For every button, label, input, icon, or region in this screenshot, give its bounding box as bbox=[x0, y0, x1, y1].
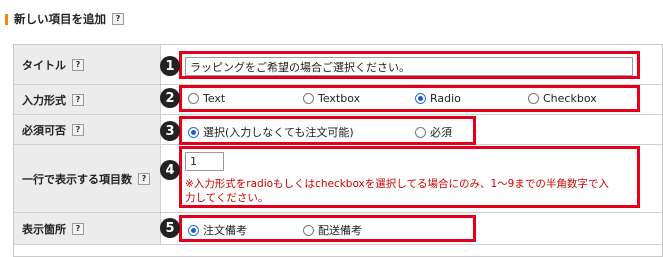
help-icon[interactable]: ? bbox=[72, 222, 84, 235]
row-required-label: 必須可否 ? bbox=[14, 115, 161, 144]
row-input-type-label: 入力形式 ? bbox=[14, 85, 161, 114]
help-icon[interactable]: ? bbox=[72, 123, 84, 136]
radio-input-type-textbox[interactable]: Textbox bbox=[303, 92, 360, 105]
radio-circle bbox=[303, 93, 314, 104]
radio-input-type-text[interactable]: Text bbox=[188, 92, 225, 105]
radio-circle bbox=[188, 93, 199, 104]
items-per-row-input[interactable]: 1 bbox=[185, 152, 224, 171]
radio-display-order-note[interactable]: 注文備考 bbox=[188, 222, 247, 238]
radio-required-mandatory[interactable]: 必須 bbox=[415, 124, 452, 140]
radio-input-type-checkbox[interactable]: Checkbox bbox=[528, 92, 597, 105]
heading-accent-bar bbox=[5, 13, 8, 25]
radio-circle-selected bbox=[188, 126, 199, 138]
help-icon[interactable]: ? bbox=[72, 93, 84, 106]
help-icon[interactable]: ? bbox=[138, 172, 150, 185]
row-title-label: タイトル ? bbox=[14, 45, 161, 84]
row-items-per-row-label: 一行で表示する項目数 ? bbox=[14, 145, 161, 212]
radio-required-optional[interactable]: 選択(入力しなくても注文可能) bbox=[188, 124, 354, 140]
radio-display-shipping-note[interactable]: 配送備考 bbox=[303, 222, 362, 238]
step-marker-3: 3 bbox=[160, 121, 180, 141]
radio-circle bbox=[303, 224, 314, 236]
section-heading: 新しい項目を追加 ? bbox=[5, 11, 124, 27]
help-icon[interactable]: ? bbox=[112, 13, 124, 25]
radio-circle bbox=[415, 126, 426, 138]
section-title: 新しい項目を追加 bbox=[14, 12, 106, 26]
row-display-location-label: 表示箇所 ? bbox=[14, 213, 161, 244]
radio-circle bbox=[528, 93, 539, 104]
items-per-row-note: ※入力形式をradioもしくはcheckboxを選択してる場合にのみ、1〜9まで… bbox=[185, 178, 609, 204]
step-marker-1: 1 bbox=[160, 56, 180, 76]
radio-input-type-radio[interactable]: Radio bbox=[415, 92, 461, 105]
step-marker-2: 2 bbox=[160, 88, 180, 108]
help-icon[interactable]: ? bbox=[72, 58, 84, 71]
radio-circle-selected bbox=[188, 224, 199, 236]
radio-circle-selected bbox=[415, 93, 426, 104]
step-marker-4: 4 bbox=[160, 160, 180, 180]
step-marker-5: 5 bbox=[160, 218, 180, 238]
title-input[interactable]: ラッピングをご希望の場合ご選択ください。 bbox=[185, 57, 633, 76]
